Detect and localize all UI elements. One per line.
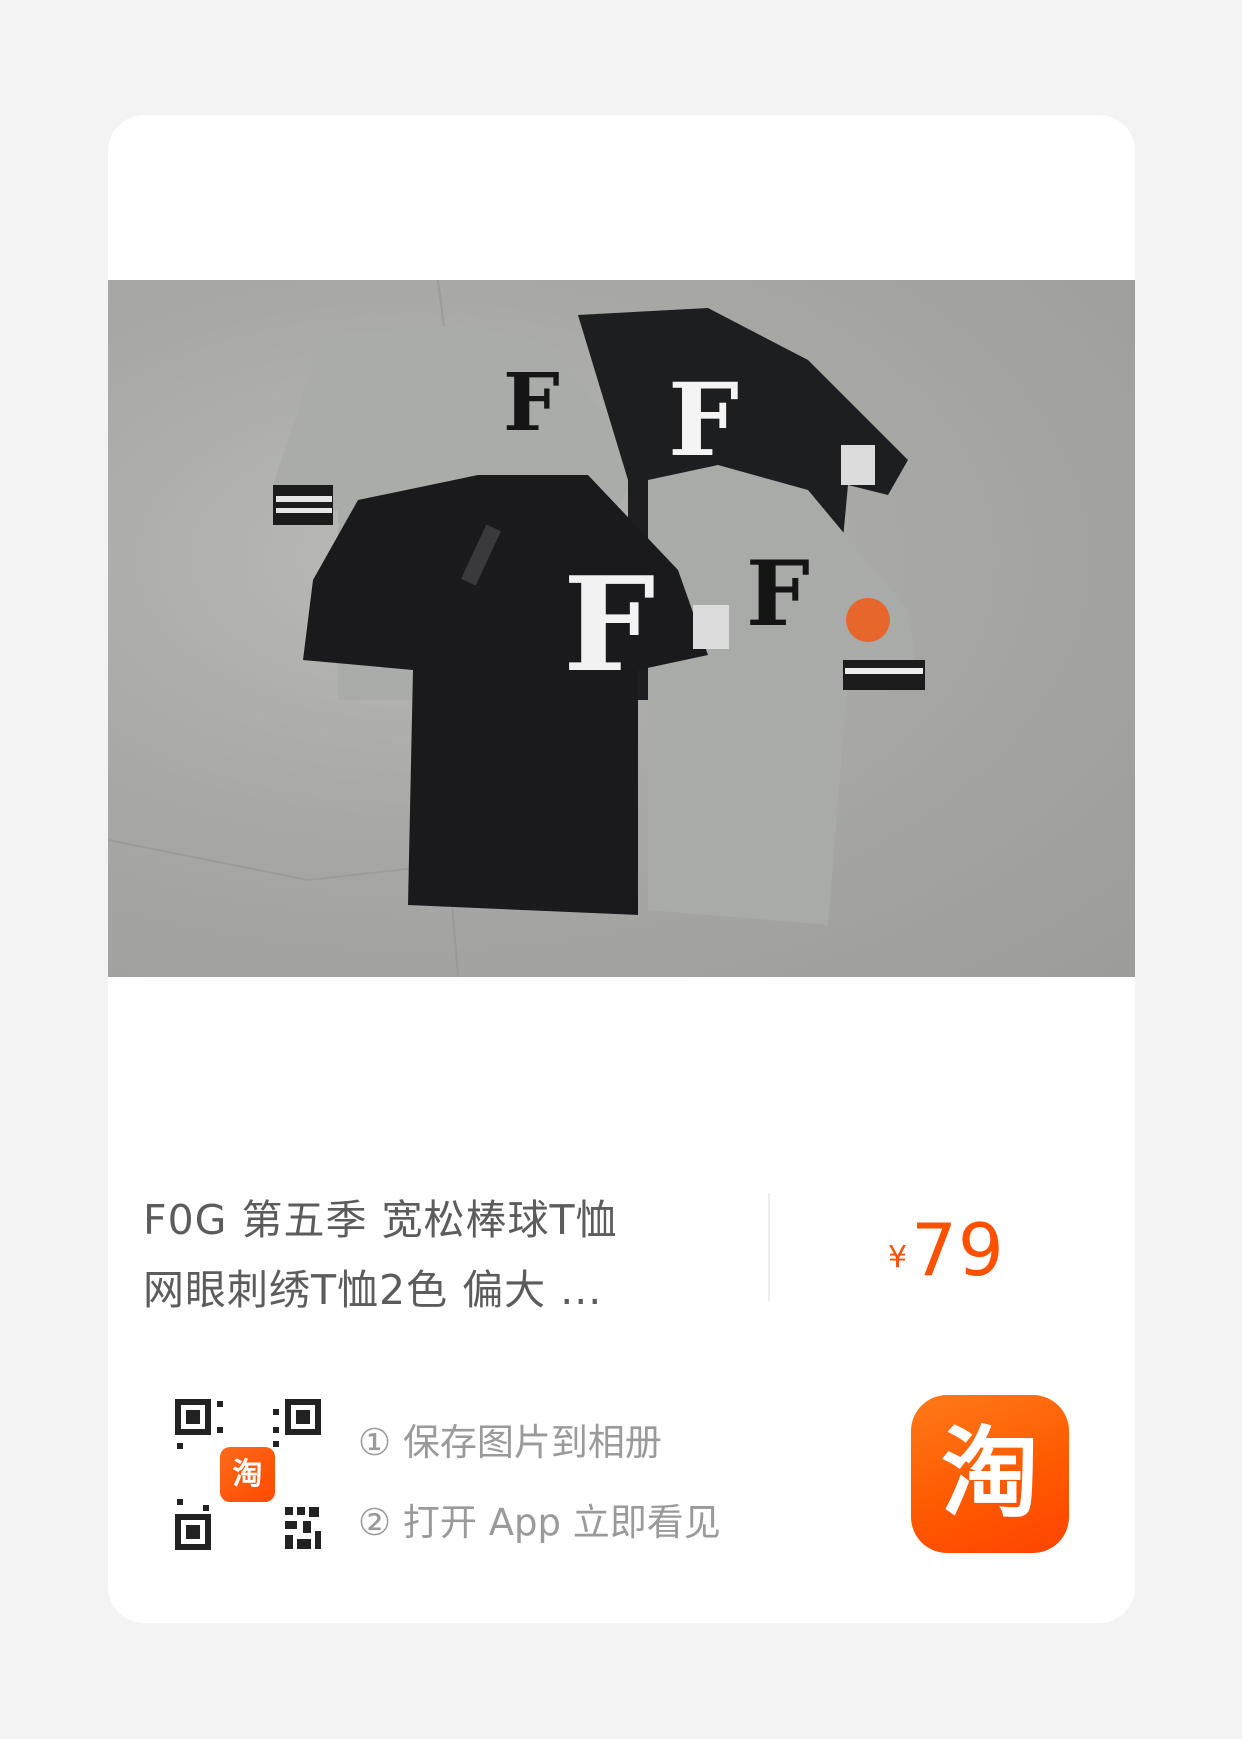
svg-text:F: F [746, 541, 810, 647]
product-title-line-2: 网眼刺绣T恤2色 偏大 ... [143, 1266, 603, 1314]
product-image[interactable]: F F F F [108, 280, 1135, 977]
taobao-badge: 淘 [220, 1447, 275, 1502]
product-title-line-1: F0G 第五季 宽松棒球T恤 [143, 1196, 618, 1244]
qr-code[interactable]: 淘 [173, 1397, 323, 1552]
price-value: 79 [911, 1208, 1005, 1292]
grey-jersey-front: F [648, 465, 925, 925]
svg-text:F: F [503, 355, 560, 449]
instructions: ① 保存图片到相册 ② 打开 App 立即看见 [358, 1403, 721, 1563]
svg-text:F: F [563, 548, 655, 701]
divider [768, 1193, 770, 1301]
svg-text:F: F [668, 361, 739, 479]
product-price: ¥79 [888, 1208, 1005, 1292]
share-card: F F F F F0G 第五季 宽松棒球T恤 网眼刺绣T恤2色 偏大 ... ¥… [108, 115, 1135, 1623]
product-photo-illustration: F F F F [108, 280, 925, 977]
product-title[interactable]: F0G 第五季 宽松棒球T恤 网眼刺绣T恤2色 偏大 ... [143, 1185, 703, 1325]
instruction-step-1: ① 保存图片到相册 [358, 1421, 662, 1464]
taobao-app-icon[interactable]: 淘 [911, 1395, 1069, 1553]
currency-symbol: ¥ [888, 1240, 908, 1275]
instruction-step-2: ② 打开 App 立即看见 [358, 1501, 721, 1544]
